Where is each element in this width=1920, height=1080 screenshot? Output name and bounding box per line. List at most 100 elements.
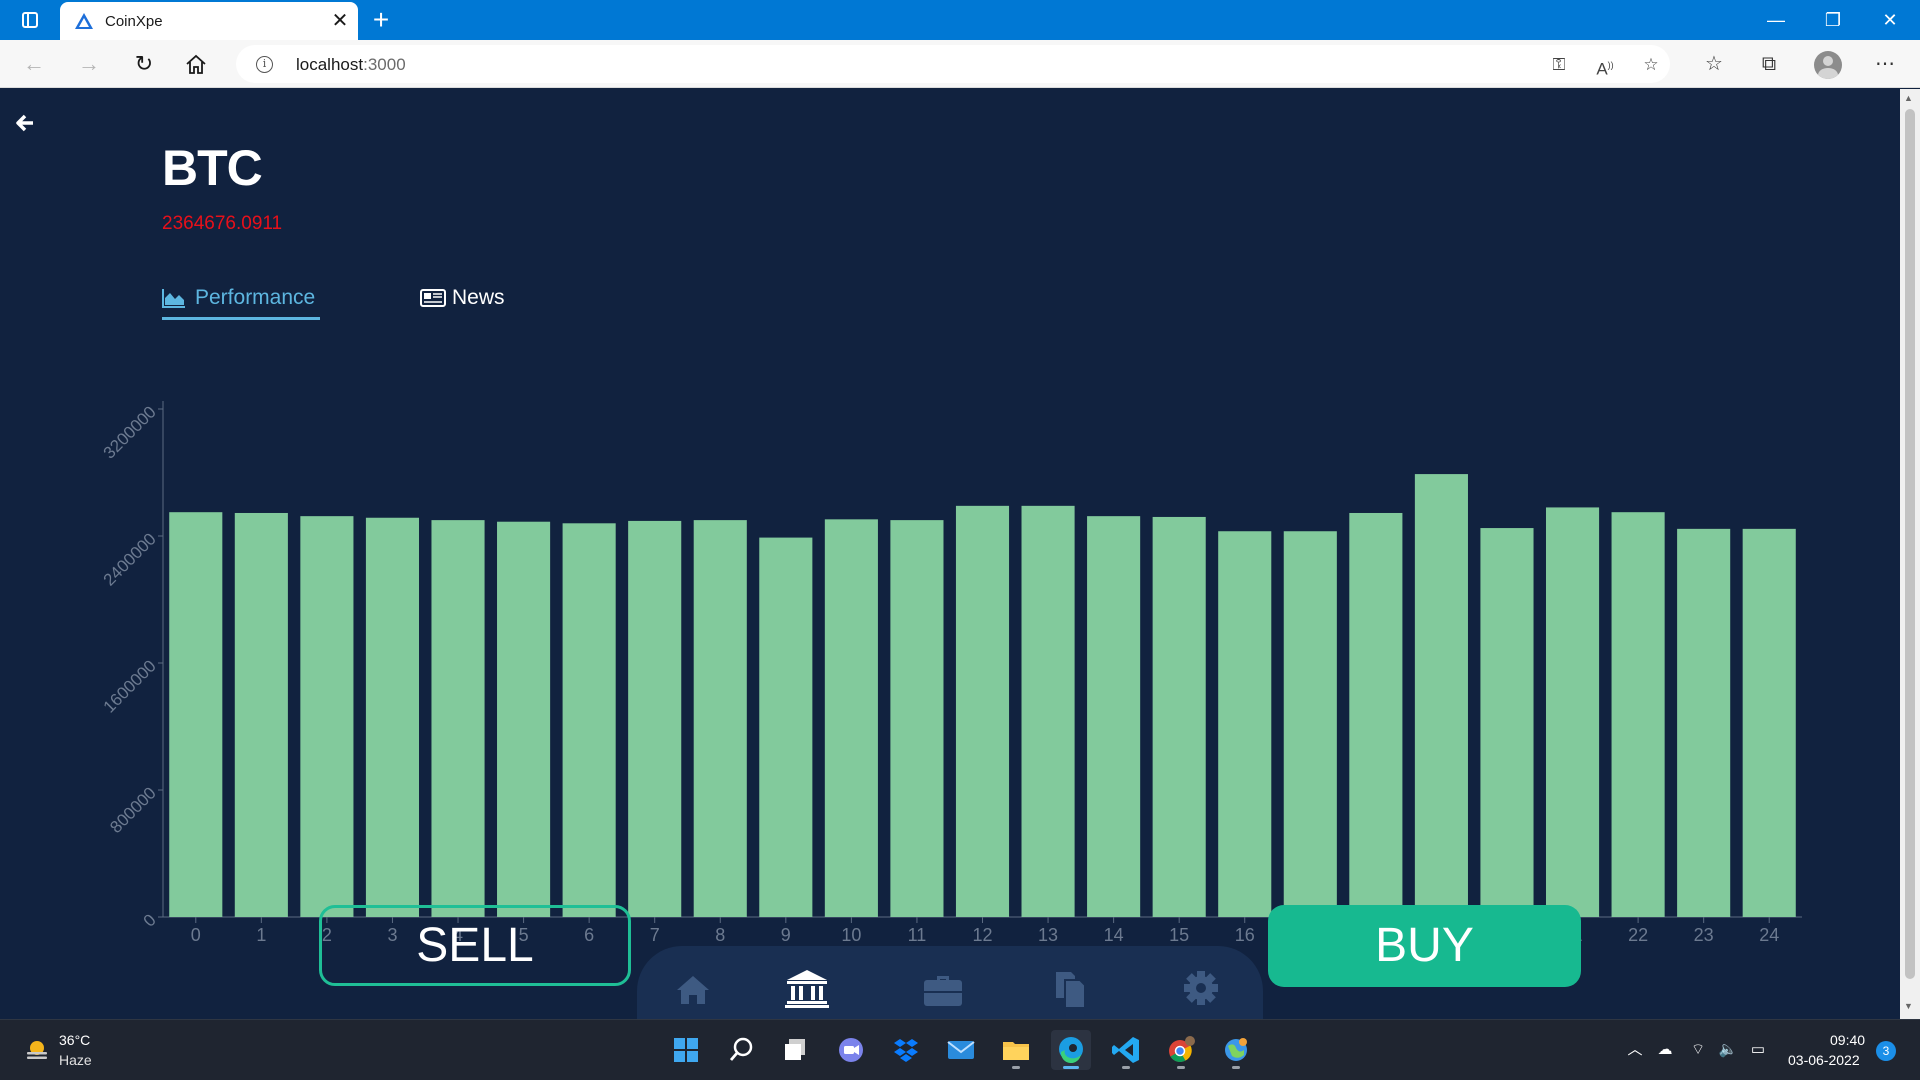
area-chart-icon — [162, 289, 185, 308]
minimize-button[interactable]: — — [1748, 0, 1804, 40]
x-tick-label: 22 — [1628, 925, 1648, 945]
chart-bar — [169, 512, 223, 917]
briefcase-icon[interactable] — [919, 966, 967, 1010]
chart-bar — [1414, 474, 1468, 917]
tab-title: CoinXpe — [105, 13, 163, 30]
x-tick-label: 14 — [1104, 925, 1124, 945]
clock-time[interactable]: 09:40 — [1830, 1032, 1865, 1048]
newspaper-icon — [420, 289, 446, 307]
notification-badge[interactable]: 3 — [1876, 1041, 1896, 1061]
scroll-down-icon[interactable]: ▼ — [1904, 1001, 1913, 1011]
browser-tab[interactable]: CoinXpe ✕ — [60, 2, 358, 40]
chart-bar — [234, 512, 288, 917]
sell-button[interactable]: SELL — [319, 905, 631, 986]
home-icon[interactable] — [669, 966, 717, 1010]
performance-chart: 08000001600000240000032000000 1 2 3 4 5 6 7 8 9 10… — [100, 401, 1802, 945]
back-button[interactable]: ← — [18, 49, 50, 79]
wifi-icon[interactable]: ⌔ — [1687, 1039, 1709, 1061]
dropbox-icon[interactable] — [886, 1030, 926, 1070]
scroll-thumb[interactable] — [1905, 109, 1915, 979]
chart-bar — [562, 523, 616, 917]
site-info-icon[interactable]: i — [256, 56, 273, 73]
buy-button[interactable]: BUY — [1268, 905, 1581, 987]
chart-bar — [431, 520, 485, 917]
x-tick-label: 10 — [841, 925, 861, 945]
url-text: localhost:3000 — [296, 55, 406, 74]
teams-chat-icon[interactable] — [831, 1030, 871, 1070]
chart-bar — [1021, 505, 1075, 917]
coin-symbol: BTC — [162, 140, 263, 196]
windows-start-icon[interactable] — [666, 1030, 706, 1070]
chart-bar — [1152, 516, 1206, 917]
documents-icon[interactable] — [1047, 966, 1095, 1010]
tray-overflow-icon[interactable]: ︿ — [1624, 1039, 1646, 1061]
page-scrollbar[interactable]: ▲ ▼ — [1900, 89, 1920, 1019]
search-icon[interactable] — [721, 1030, 761, 1070]
chart-bar — [693, 520, 747, 917]
volume-icon[interactable]: 🔈 — [1717, 1039, 1739, 1061]
vscode-icon[interactable] — [1106, 1030, 1146, 1070]
battery-icon[interactable]: ▭ — [1747, 1039, 1769, 1061]
read-aloud-icon[interactable]: A)) — [1592, 54, 1618, 79]
y-tick-label: 3200000 — [100, 402, 160, 462]
x-tick-label: 9 — [781, 925, 791, 945]
tab-performance[interactable]: Performance — [162, 286, 320, 320]
y-tick-label: 0 — [140, 910, 160, 930]
key-icon[interactable]: ⚿ — [1546, 54, 1572, 76]
task-view-icon[interactable] — [776, 1030, 816, 1070]
chart-bar — [1611, 512, 1665, 917]
restore-button[interactable]: ❐ — [1805, 0, 1861, 40]
chart-bar — [824, 519, 878, 917]
tab-actions-icon[interactable] — [22, 12, 38, 28]
x-tick-label: 13 — [1038, 925, 1058, 945]
scroll-up-icon[interactable]: ▲ — [1904, 93, 1913, 103]
chart-bar — [1545, 507, 1600, 917]
close-window-button[interactable]: ✕ — [1862, 0, 1918, 40]
mail-icon[interactable] — [941, 1030, 981, 1070]
x-tick-label: 16 — [1235, 925, 1255, 945]
coin-price: 2364676.0911 — [162, 213, 283, 234]
chart-bar — [1677, 528, 1731, 917]
coinxpe-logo-icon — [75, 13, 93, 29]
app-root: BTC 2364676.0911 Performance News 0 80000… — [0, 89, 1900, 1026]
add-favorite-icon[interactable]: ☆ — [1638, 54, 1664, 76]
tab-performance-label: Performance — [195, 286, 316, 309]
weather-haze-icon[interactable] — [24, 1037, 50, 1063]
x-tick-label: 0 — [191, 925, 201, 945]
x-tick-label: 11 — [908, 925, 927, 945]
chart-bar — [497, 521, 551, 917]
chart-bar — [300, 516, 354, 917]
browser-titlebar: CoinXpe ✕ + — ❐ ✕ — [0, 0, 1920, 40]
app-globe-icon[interactable] — [1216, 1030, 1256, 1070]
forward-button[interactable]: → — [73, 49, 105, 79]
chart-bar — [1349, 512, 1403, 917]
bank-icon[interactable] — [783, 966, 831, 1010]
chart-bar — [628, 520, 682, 917]
reload-button[interactable]: ↻ — [128, 49, 160, 79]
onedrive-icon[interactable]: ☁ — [1654, 1039, 1676, 1061]
x-tick-label: 7 — [650, 925, 660, 945]
clock-date[interactable]: 03-06-2022 — [1788, 1052, 1860, 1068]
new-tab-button[interactable]: + — [368, 4, 394, 36]
home-icon[interactable] — [184, 53, 208, 75]
file-explorer-icon[interactable] — [996, 1030, 1036, 1070]
back-arrow-icon[interactable] — [14, 112, 36, 134]
more-menu-icon[interactable]: ⋯ — [1868, 49, 1902, 79]
chart-bar — [1087, 516, 1141, 917]
collections-icon[interactable]: ⧉ — [1752, 49, 1786, 79]
tab-close-icon[interactable]: ✕ — [328, 7, 352, 35]
x-tick-label: 8 — [715, 925, 725, 945]
x-tick-label: 24 — [1759, 925, 1779, 945]
x-tick-label: 15 — [1169, 925, 1189, 945]
chart-bar — [1742, 528, 1796, 917]
chart-bar — [890, 520, 944, 917]
gear-icon[interactable] — [1177, 966, 1225, 1010]
chart-bar — [365, 517, 420, 917]
x-tick-label: 1 — [256, 925, 266, 945]
profile-avatar[interactable] — [1814, 51, 1842, 79]
address-bar[interactable]: i localhost:3000 ⚿ A)) ☆ — [236, 45, 1670, 83]
edge-icon[interactable] — [1051, 1030, 1091, 1070]
favorites-icon[interactable]: ☆ — [1697, 49, 1731, 79]
chrome-icon[interactable] — [1161, 1030, 1201, 1070]
windows-taskbar: 36°C Haze ︿ ☁ ⌔ 🔈 ▭ 09:40 03-06-2022 3 — [0, 1019, 1920, 1080]
